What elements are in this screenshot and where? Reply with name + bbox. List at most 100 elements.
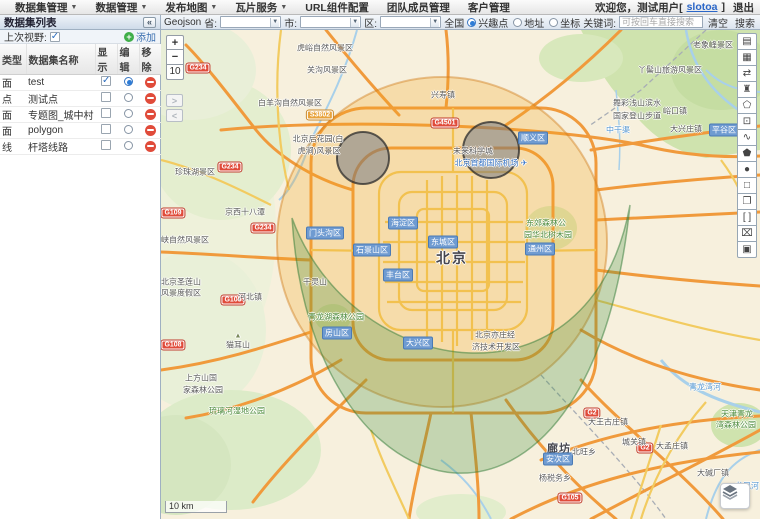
search-type-radio-兴趣点[interactable]: 兴趣点 <box>467 15 508 30</box>
menu-item-1[interactable]: 数据集管理▼ <box>6 0 86 15</box>
measure-ruler-button[interactable]: ▤ <box>737 33 757 50</box>
radio-icon <box>513 18 522 27</box>
polygon-draw-button[interactable]: ⬠ <box>737 97 757 114</box>
chevron-down-icon: ▼ <box>430 18 439 27</box>
visible-checkbox[interactable] <box>101 76 111 86</box>
zoom-out-button[interactable]: − <box>166 50 184 65</box>
table-row[interactable]: 点测试点 <box>0 91 161 107</box>
table-row[interactable]: 面专题图_城中村 <box>0 107 161 123</box>
dataset-sidebar: 上次视野: + 添加 类型 数据集名称 显示 编辑 移除 面test点测试点面专… <box>0 30 161 519</box>
left-eye-circle-overlay <box>337 132 389 184</box>
menu-item-4[interactable]: 瓦片服务▼ <box>226 0 296 15</box>
city-select[interactable]: ▼ <box>300 16 361 28</box>
delete-icon: ⌧ <box>741 228 753 239</box>
username-link[interactable]: slotoa <box>687 1 718 13</box>
logout-link[interactable]: 退出 <box>733 0 754 15</box>
table-row[interactable]: 线杆塔线路 <box>0 139 161 155</box>
menu-item-7[interactable]: 客户管理 <box>459 0 519 15</box>
delete-button[interactable]: ⌧ <box>737 225 757 242</box>
chevron-down-icon: ▼ <box>270 18 279 27</box>
district-label: 区: <box>364 15 377 30</box>
search-type-radio-地址[interactable]: 地址 <box>513 15 544 30</box>
copy-icon: ❐ <box>743 196 752 207</box>
radio-icon <box>467 18 476 27</box>
province-select[interactable]: ▼ <box>220 16 281 28</box>
image-overlay-button[interactable]: ▦ <box>737 49 757 66</box>
dataset-panel-header: 数据集列表 « <box>0 15 161 30</box>
edit-radio[interactable] <box>124 77 133 86</box>
menu-item-label: 发布地图 <box>165 0 207 15</box>
map-canvas[interactable]: 北京廊坊海淀区东城区石景山区门头沟区丰台区通州区大兴区房山区顺义区平谷区安次区G… <box>161 30 760 519</box>
prev-view-button[interactable]: < <box>166 109 183 122</box>
edit-radio[interactable] <box>124 141 133 150</box>
pentagon-draw-icon: ⬟ <box>743 148 752 159</box>
table-row[interactable]: 面test <box>0 75 161 91</box>
basemap-layers-button[interactable] <box>720 483 750 509</box>
pentagon-draw-button[interactable]: ⬟ <box>737 145 757 162</box>
polyline-draw-button[interactable]: ∿ <box>737 129 757 146</box>
right-eye-circle-overlay <box>463 122 519 178</box>
district-select[interactable]: ▼ <box>380 16 441 28</box>
brackets-button[interactable]: [ ] <box>737 209 757 226</box>
radio-label: 地址 <box>524 15 544 30</box>
remove-icon[interactable] <box>145 93 156 104</box>
last-view-checkbox[interactable] <box>50 32 60 42</box>
keyword-input[interactable] <box>619 16 703 28</box>
circle-draw-icon: ● <box>744 164 750 175</box>
menu-item-label: 客户管理 <box>468 0 510 15</box>
add-dataset-button[interactable]: + 添加 <box>124 29 156 44</box>
dataset-name: test <box>26 75 95 91</box>
swap-arrows-button[interactable]: ⇄ <box>737 65 757 82</box>
welcome-suffix: ] <box>722 1 726 13</box>
polygon-draw-icon: ⬠ <box>743 100 752 111</box>
dataset-type: 面 <box>0 123 26 139</box>
remove-icon[interactable] <box>145 125 156 136</box>
menu-item-3[interactable]: 发布地图▼ <box>156 0 226 15</box>
radio-icon <box>549 18 558 27</box>
scope-label: 全国 <box>444 15 464 30</box>
chevron-down-icon: ▼ <box>350 18 359 27</box>
zoom-in-button[interactable]: + <box>166 35 184 50</box>
chevron-down-icon: ▼ <box>140 4 147 11</box>
remove-icon[interactable] <box>145 77 156 88</box>
menu-item-6[interactable]: 团队成员管理 <box>378 0 459 15</box>
copy-button[interactable]: ❐ <box>737 193 757 210</box>
landmark-button[interactable]: ♜ <box>737 81 757 98</box>
edit-radio[interactable] <box>124 125 133 134</box>
dataset-type: 点 <box>0 91 26 107</box>
image-overlay-icon: ▦ <box>742 52 751 63</box>
rectangle-draw-button[interactable]: □ <box>737 177 757 194</box>
search-button[interactable]: 搜索 <box>733 15 757 30</box>
rectangle-draw-icon: □ <box>744 180 750 191</box>
visible-checkbox[interactable] <box>101 108 111 118</box>
circle-draw-button[interactable]: ● <box>737 161 757 178</box>
visible-checkbox[interactable] <box>101 92 111 102</box>
edit-radio[interactable] <box>124 109 133 118</box>
table-row[interactable]: 面polygon <box>0 123 161 139</box>
menu-item-5[interactable]: URL组件配置 <box>296 0 378 15</box>
city-label: 市: <box>284 15 297 30</box>
search-type-radios: 兴趣点 地址坐标 <box>467 15 580 30</box>
dataset-name: 杆塔线路 <box>26 139 95 155</box>
col-edit-header: 编辑 <box>117 44 139 75</box>
visible-checkbox[interactable] <box>101 124 111 134</box>
landmark-icon: ♜ <box>743 84 752 95</box>
edit-radio[interactable] <box>124 93 133 102</box>
box-select-button[interactable]: ⊡ <box>737 113 757 130</box>
save-button[interactable]: ▣ <box>737 241 757 258</box>
next-view-button[interactable]: > <box>166 94 183 107</box>
save-icon: ▣ <box>742 244 751 255</box>
clear-button[interactable]: 清空 <box>706 15 730 30</box>
remove-icon[interactable] <box>145 109 156 120</box>
collapse-panel-button[interactable]: « <box>143 17 156 28</box>
panel-title: 数据集列表 <box>4 15 57 30</box>
menubar-items: 数据集管理▼数据管理▼发布地图▼瓦片服务▼URL组件配置团队成员管理客户管理 <box>6 0 519 15</box>
menubar: 数据集管理▼数据管理▼发布地图▼瓦片服务▼URL组件配置团队成员管理客户管理 欢… <box>0 0 760 15</box>
dataset-table: 类型 数据集名称 显示 编辑 移除 面test点测试点面专题图_城中村面poly… <box>0 44 162 155</box>
search-type-radio-坐标[interactable]: 坐标 <box>549 15 580 30</box>
visible-checkbox[interactable] <box>101 140 111 150</box>
remove-icon[interactable] <box>145 141 156 152</box>
last-view-label: 上次视野: <box>4 29 47 44</box>
measure-ruler-icon: ▤ <box>742 36 751 47</box>
menu-item-2[interactable]: 数据管理▼ <box>86 0 156 15</box>
